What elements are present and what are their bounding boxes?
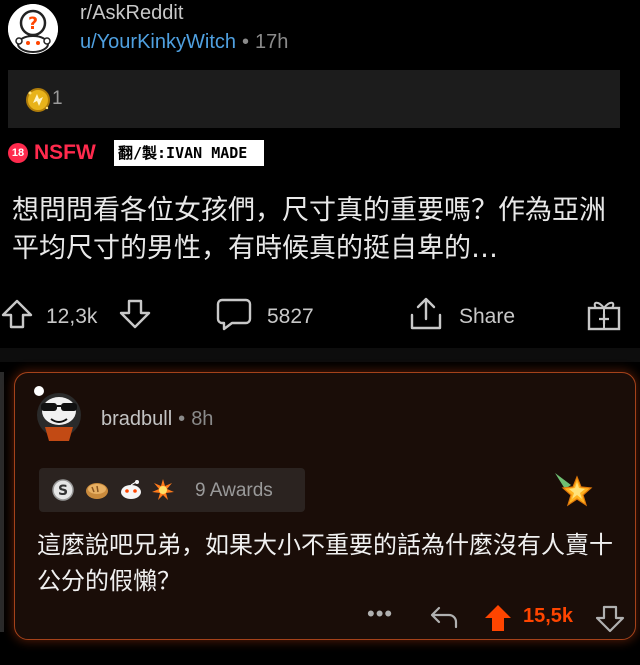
meta-separator: • (242, 31, 250, 53)
share-icon (410, 297, 442, 330)
post-meta: u/YourKinkyWitch • 17h (80, 31, 288, 54)
reply-icon[interactable] (429, 605, 459, 631)
thread-line[interactable] (0, 372, 4, 632)
comment-score: 15,5k (523, 605, 574, 627)
post-title[interactable]: 想問問看各位女孩們，尺寸真的重要嗎？作為亞洲平均尺寸的男性，有時候真的挺自卑的… (12, 192, 622, 268)
post-score: 12,3k (46, 305, 98, 328)
nsfw-label: NSFW (34, 141, 96, 164)
comment-meta-separator: • (178, 408, 186, 430)
snoo-award-icon (121, 480, 141, 499)
award-count: 1 (52, 88, 63, 109)
post-author[interactable]: u/YourKinkyWitch (80, 31, 236, 53)
credit-watermark: 翻/製:IVAN MADE (114, 140, 264, 166)
downvote-arrow-icon (119, 299, 151, 329)
nsfw-18-icon: 18 (8, 143, 28, 163)
share-button[interactable] (408, 297, 444, 330)
comment-bubble-icon (216, 298, 252, 331)
top-comment: bradbull • 8h S 9 Awards 這麼說吧兄弟，如果大小不重要的… (14, 372, 636, 640)
comment-author[interactable]: bradbull (101, 408, 172, 430)
section-divider (0, 348, 640, 362)
more-options-button[interactable]: ••• (367, 601, 393, 627)
comment-meta: bradbull • 8h (101, 408, 213, 431)
post-actions-bar: 12,3k 5827 Share (0, 290, 640, 338)
silver-award-icon: S (52, 479, 74, 501)
gift-award-icon (587, 301, 621, 331)
bread-award-icon (86, 483, 108, 499)
upvote-arrow-icon (1, 299, 33, 329)
svg-text:S: S (58, 483, 68, 499)
upvote-button[interactable] (0, 298, 34, 330)
comment-count: 5827 (267, 305, 314, 328)
snoo-avatar-icon (34, 386, 81, 441)
commenter-avatar[interactable] (31, 381, 87, 445)
upvote-active-icon[interactable] (483, 603, 513, 633)
gold-award-icon (26, 88, 50, 112)
subreddit-avatar[interactable]: ? (8, 4, 58, 54)
comment-downvote-icon[interactable] (595, 605, 625, 633)
comment-awards-count: 9 Awards (195, 480, 273, 501)
shooting-star-award-icon[interactable] (553, 469, 593, 509)
burst-award-icon (152, 479, 174, 500)
post-header: ? r/AskReddit u/YourKinkyWitch • 17h (0, 0, 640, 62)
comment-actions-bar: ••• 15,5k (15, 601, 637, 637)
svg-text:?: ? (28, 14, 38, 34)
subreddit-name[interactable]: r/AskReddit (80, 2, 183, 25)
question-mark-snoo-icon: ? (8, 4, 58, 54)
comments-button[interactable] (216, 298, 252, 331)
gift-award-button[interactable] (586, 298, 622, 331)
post-awards-bar[interactable]: 1 (8, 70, 620, 128)
comment-body: 這麼說吧兄弟，如果大小不重要的話為什麼沒有人賣十公分的假懶？ (37, 531, 613, 595)
share-label[interactable]: Share (459, 301, 515, 333)
comment-time: 8h (191, 408, 214, 430)
post-time: 17h (255, 31, 289, 53)
downvote-button[interactable] (118, 298, 152, 330)
comment-awards-bar[interactable]: S 9 Awards (39, 468, 305, 512)
